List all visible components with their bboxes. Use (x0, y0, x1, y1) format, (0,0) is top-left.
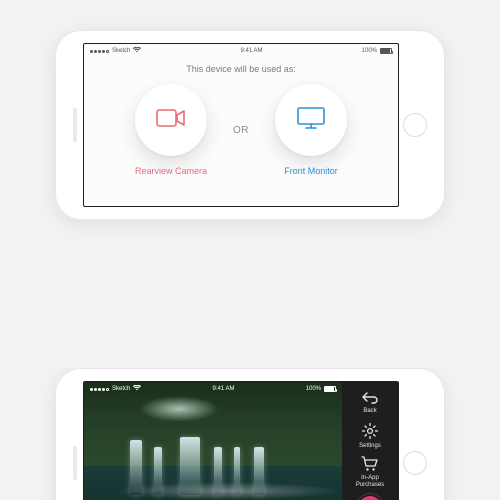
cart-icon (361, 456, 379, 472)
back-label: Back (363, 408, 376, 415)
signal-dots-icon (90, 388, 109, 391)
status-bar: Sketch 9:41 AM 100% (84, 44, 398, 58)
gear-icon (361, 422, 379, 440)
status-time: 9:41 AM (141, 386, 305, 392)
screen-camera: Sketch 9:41 AM 100% (83, 381, 399, 500)
signal-dots-icon (90, 50, 109, 53)
phone-speaker (67, 36, 83, 214)
wifi-icon (133, 47, 141, 55)
usage-prompt: This device will be used as: (186, 64, 296, 74)
settings-button[interactable]: Settings (359, 422, 381, 450)
carrier-label: Sketch (112, 48, 130, 54)
battery-pct: 100% (306, 386, 321, 392)
monitor-icon (296, 106, 326, 135)
battery-icon (324, 386, 336, 392)
phone-speaker (67, 374, 83, 500)
side-menu: Back Settings (342, 382, 398, 500)
phone-mockup-camera: Sketch 9:41 AM 100% (55, 368, 445, 500)
choice-row: Rearview Camera OR Front Monitor (135, 84, 347, 176)
wifi-icon (133, 385, 141, 393)
in-app-purchases-button[interactable]: In-AppPurchases (356, 456, 384, 489)
back-button[interactable]: Back (361, 391, 379, 415)
battery-pct: 100% (362, 48, 377, 54)
or-label: OR (233, 125, 249, 136)
settings-label: Settings (359, 443, 381, 450)
battery-icon (380, 48, 392, 54)
carrier-label: Sketch (112, 386, 130, 392)
record-icon (359, 496, 381, 500)
back-icon (361, 391, 379, 405)
camera-viewport: Sketch 9:41 AM 100% (84, 382, 342, 500)
home-button[interactable] (403, 113, 427, 137)
front-monitor-label: Front Monitor (284, 166, 338, 176)
rearview-camera-label: Rearview Camera (135, 166, 207, 176)
video-camera-icon (156, 107, 186, 134)
home-button[interactable] (403, 451, 427, 475)
screen-selection: Sketch 9:41 AM 100% This device will be … (83, 43, 399, 207)
phone-mockup-selection: Sketch 9:41 AM 100% This device will be … (55, 30, 445, 220)
iap-label: In-AppPurchases (356, 475, 384, 489)
front-monitor-button[interactable] (275, 84, 347, 156)
status-bar: Sketch 9:41 AM 100% (84, 382, 342, 396)
status-time: 9:41 AM (141, 48, 361, 54)
start-recording-button[interactable]: StartRecording (356, 496, 383, 500)
rearview-camera-button[interactable] (135, 84, 207, 156)
